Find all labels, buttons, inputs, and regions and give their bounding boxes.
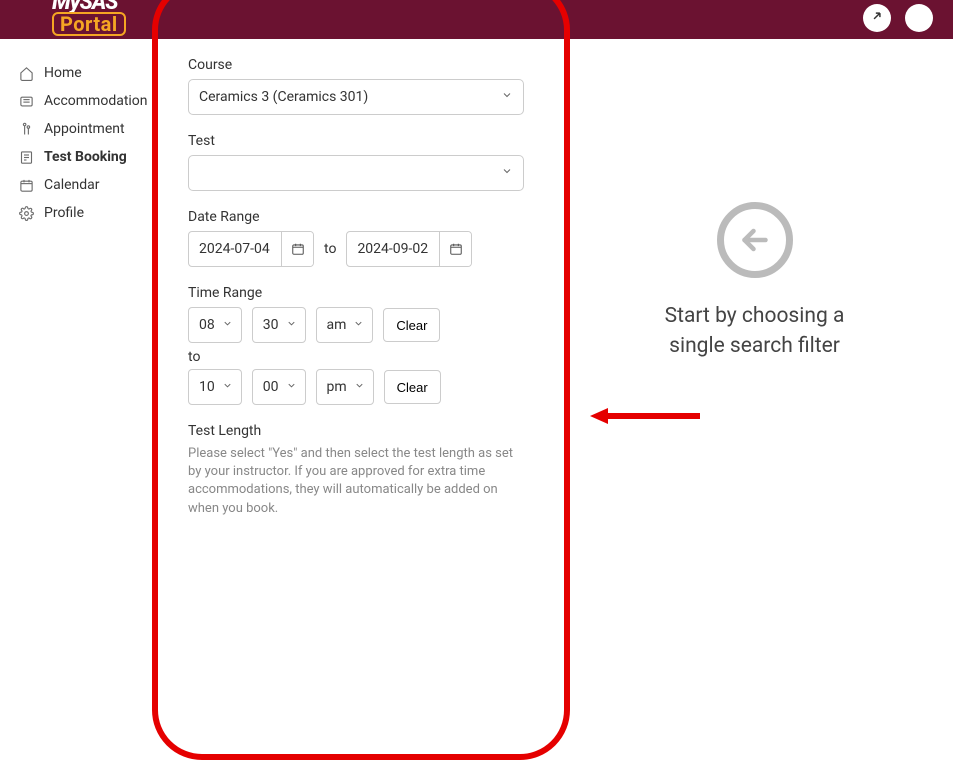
- home-icon: [18, 65, 34, 81]
- sidebar-item-home[interactable]: Home: [18, 59, 146, 87]
- chevron-down-icon: [286, 379, 297, 395]
- date-range-label: Date Range: [188, 209, 524, 225]
- calendar-icon: [18, 177, 34, 193]
- sidebar: Home Accommodation Appointment Test Book…: [0, 39, 156, 524]
- sidebar-item-label: Profile: [44, 205, 84, 221]
- date-from-input[interactable]: 2024-07-04: [188, 231, 314, 267]
- appointment-icon: [18, 121, 34, 137]
- content: Course Ceramics 3 (Ceramics 301) Test: [156, 39, 953, 524]
- sidebar-item-test-booking[interactable]: Test Booking: [18, 143, 146, 171]
- filter-form[interactable]: Course Ceramics 3 (Ceramics 301) Test: [156, 39, 556, 524]
- date-to-label: to: [324, 241, 336, 257]
- test-select[interactable]: [188, 155, 524, 191]
- test-length-help: Please select "Yes" and then select the …: [188, 445, 524, 518]
- logo-text-portal: Portal: [52, 12, 126, 36]
- empty-state-line1: Start by choosing a: [665, 302, 845, 331]
- sidebar-item-label: Appointment: [44, 121, 125, 137]
- time-from-min-select[interactable]: 30: [252, 307, 306, 343]
- time-from-ampm-select[interactable]: am: [316, 307, 374, 343]
- expand-button[interactable]: [863, 4, 891, 32]
- sidebar-item-accommodation[interactable]: Accommodation: [18, 87, 146, 115]
- course-label: Course: [188, 57, 524, 73]
- time-to-min-select[interactable]: 00: [252, 369, 306, 405]
- main-area: Home Accommodation Appointment Test Book…: [0, 39, 953, 524]
- chevron-down-icon: [222, 317, 233, 333]
- sidebar-item-label: Calendar: [44, 177, 100, 193]
- app-header: MySAS Portal: [0, 0, 953, 39]
- chevron-down-icon: [354, 379, 365, 395]
- chevron-down-icon: [501, 165, 513, 181]
- chevron-down-icon: [501, 89, 513, 105]
- time-to-hour-select[interactable]: 10: [188, 369, 242, 405]
- calendar-picker-icon[interactable]: [281, 232, 313, 266]
- time-to-clear-button[interactable]: Clear: [384, 370, 441, 404]
- time-to-label: to: [188, 343, 524, 369]
- logo: MySAS Portal: [52, 0, 126, 36]
- arrow-left-circle-icon: [717, 202, 793, 278]
- time-to-min-value: 00: [263, 379, 279, 395]
- time-from-hour-select[interactable]: 08: [188, 307, 242, 343]
- sidebar-item-label: Test Booking: [44, 149, 127, 165]
- chevron-down-icon: [222, 379, 233, 395]
- calendar-picker-icon[interactable]: [439, 232, 471, 266]
- time-from-ampm-value: am: [327, 317, 347, 333]
- date-to-value: 2024-09-02: [347, 232, 439, 266]
- sidebar-item-appointment[interactable]: Appointment: [18, 115, 146, 143]
- test-label: Test: [188, 133, 524, 149]
- time-from-clear-button[interactable]: Clear: [383, 308, 440, 342]
- accommodation-icon: [18, 93, 34, 109]
- empty-state: Start by choosing a single search filter: [556, 39, 953, 524]
- time-range-label: Time Range: [188, 285, 524, 301]
- gear-icon: [18, 205, 34, 221]
- expand-icon: [870, 9, 884, 27]
- date-from-value: 2024-07-04: [189, 232, 281, 266]
- time-to-ampm-select[interactable]: pm: [316, 369, 374, 405]
- header-actions: [863, 4, 933, 32]
- avatar[interactable]: [905, 4, 933, 32]
- empty-state-line2: single search filter: [665, 332, 845, 361]
- time-from-hour-value: 08: [199, 317, 215, 333]
- sidebar-item-label: Home: [44, 65, 82, 81]
- course-select-value: Ceramics 3 (Ceramics 301): [199, 89, 368, 105]
- course-select[interactable]: Ceramics 3 (Ceramics 301): [188, 79, 524, 115]
- sidebar-item-profile[interactable]: Profile: [18, 199, 146, 227]
- empty-state-text: Start by choosing a single search filter: [665, 302, 845, 361]
- date-to-input[interactable]: 2024-09-02: [346, 231, 472, 267]
- time-from-min-value: 30: [263, 317, 279, 333]
- time-to-hour-value: 10: [199, 379, 215, 395]
- filter-panel: Course Ceramics 3 (Ceramics 301) Test: [156, 39, 556, 524]
- sidebar-item-calendar[interactable]: Calendar: [18, 171, 146, 199]
- sidebar-item-label: Accommodation: [44, 93, 148, 109]
- time-to-ampm-value: pm: [327, 379, 347, 395]
- chevron-down-icon: [286, 317, 297, 333]
- chevron-down-icon: [353, 317, 364, 333]
- test-length-label: Test Length: [188, 423, 524, 439]
- test-booking-icon: [18, 149, 34, 165]
